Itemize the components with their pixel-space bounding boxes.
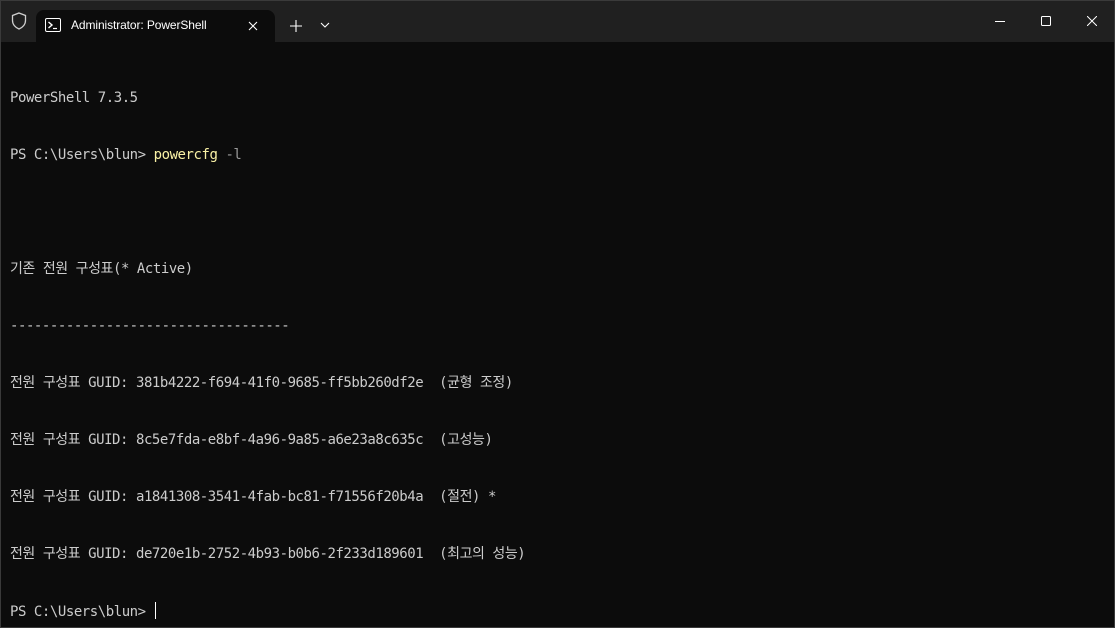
scheme-line: 전원 구성표 GUID: 381b4222-f694-41f0-9685-ff5… (10, 375, 513, 391)
text-cursor (154, 602, 156, 619)
prompt-line[interactable]: PS C:\Users\blun> (10, 602, 1105, 621)
scheme-line: 전원 구성표 GUID: de720e1b-2752-4b93-b0b6-2f2… (10, 546, 526, 562)
tab-powershell[interactable]: Administrator: PowerShell (36, 10, 275, 42)
maximize-icon (1041, 16, 1051, 26)
output-separator: ----------------------------------- (10, 318, 290, 334)
shield-icon (11, 12, 27, 30)
output-header: 기존 전원 구성표(* Active) (10, 261, 193, 277)
title-bar[interactable]: Administrator: PowerShell (1, 1, 1114, 42)
powershell-icon (45, 18, 61, 32)
command-args: -l (217, 147, 242, 163)
prompt: PS C:\Users\blun> (10, 604, 154, 620)
plus-icon[interactable] (286, 16, 306, 36)
close-icon (1087, 16, 1097, 26)
terminal-window: Administrator: PowerShell PowerShell 7.3… (0, 0, 1115, 628)
minimize-button[interactable] (977, 1, 1023, 42)
maximize-button[interactable] (1023, 1, 1069, 42)
close-icon[interactable] (245, 18, 261, 34)
minimize-icon (995, 21, 1005, 22)
tab-title: Administrator: PowerShell (71, 18, 207, 32)
prompt: PS C:\Users\blun> (10, 147, 154, 163)
close-window-button[interactable] (1069, 1, 1114, 42)
version-line: PowerShell 7.3.5 (10, 90, 138, 106)
command: powercfg (153, 147, 218, 163)
scheme-line: 전원 구성표 GUID: a1841308-3541-4fab-bc81-f71… (10, 489, 496, 505)
terminal-output[interactable]: PowerShell 7.3.5 PS C:\Users\blun> power… (10, 51, 1105, 621)
scheme-line: 전원 구성표 GUID: 8c5e7fda-e8bf-4a96-9a85-a6e… (10, 432, 493, 448)
command-line: PS C:\Users\blun> powercfg -l (10, 146, 1105, 165)
chevron-down-icon[interactable] (317, 17, 333, 33)
